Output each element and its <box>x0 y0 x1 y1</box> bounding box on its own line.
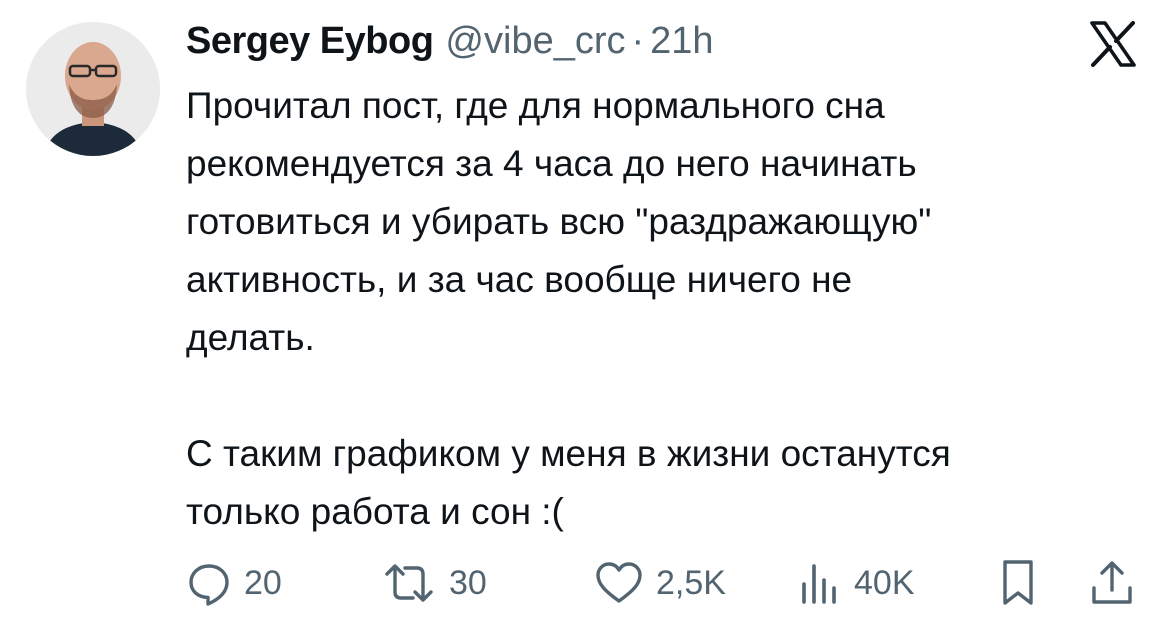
share-icon <box>1088 558 1136 608</box>
like-button[interactable]: 2,5K <box>594 558 726 608</box>
tweet-header: Sergey Eybog @vibe_crc · 21h <box>186 20 714 70</box>
like-count: 2,5K <box>656 563 726 602</box>
tweet-text: Прочитал пост, где для нормального сна р… <box>186 85 951 532</box>
bookmark-button[interactable] <box>998 558 1038 608</box>
timestamp[interactable]: 21h <box>650 20 713 63</box>
views-button[interactable]: 40K <box>796 558 915 608</box>
heart-icon <box>594 560 644 606</box>
reply-count: 20 <box>244 563 282 602</box>
separator-dot: · <box>631 20 645 62</box>
reply-button[interactable]: 20 <box>186 558 282 608</box>
repost-icon <box>381 560 437 606</box>
repost-count: 30 <box>449 563 487 602</box>
reply-icon <box>186 560 232 606</box>
author-name[interactable]: Sergey Eybog <box>186 20 434 63</box>
action-bar: 20 30 2,5K 40K <box>186 558 1146 608</box>
analytics-icon <box>796 560 842 606</box>
avatar[interactable] <box>26 22 160 156</box>
views-count: 40K <box>854 563 915 602</box>
repost-button[interactable]: 30 <box>381 558 487 608</box>
author-handle[interactable]: @vibe_crc <box>445 20 625 63</box>
share-button[interactable] <box>1088 558 1136 608</box>
bookmark-icon <box>998 558 1038 608</box>
x-logo-icon[interactable] <box>1088 19 1138 69</box>
